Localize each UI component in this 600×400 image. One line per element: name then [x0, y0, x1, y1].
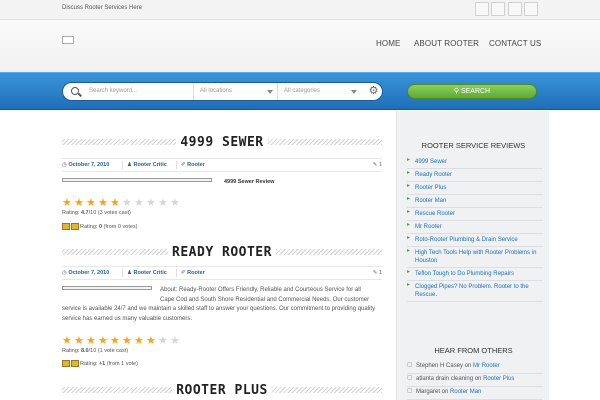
star-rating[interactable]: ★ ★ ★ ★ ★ ★ ★ ★ ★ ★ [62, 336, 186, 347]
rating-text: Rating: 4.7/10 (3 votes cast) [62, 210, 131, 216]
thumbs-rating: Rating: 0 (from 0 votes) [62, 223, 137, 230]
chevron-down-icon [267, 90, 273, 94]
search-band: Search keyword... All locations All cate… [0, 72, 600, 110]
nav-home[interactable]: HOME [376, 39, 400, 48]
star-icon[interactable]: ★ [74, 336, 84, 347]
post-image-placeholder [62, 286, 152, 290]
comments-list: Stephen H Casey on Mr Rooteratlanta drai… [407, 361, 543, 400]
review-link[interactable]: Rooter Plus [407, 182, 543, 195]
reviews-widget-title: ROOTER SERVICE REVIEWS [421, 141, 526, 150]
category-meta[interactable]: ✐ Rooter [181, 162, 205, 168]
star-rating[interactable]: ★ ★ ★ ★ ★ ★ ★ ★ ★ ★ [62, 198, 186, 209]
star-icon[interactable]: ★ [110, 336, 120, 347]
social-icon-4[interactable] [524, 2, 538, 16]
date-meta[interactable]: ◷ October 7, 2010 [62, 162, 109, 168]
review-link[interactable]: 4999 Sewer [407, 156, 543, 169]
star-icon[interactable]: ★ [98, 198, 108, 209]
thumbs-rating: Rating: +1 (from 1 vote) [62, 360, 138, 367]
post-title: READY ROOTER [62, 246, 382, 260]
search-button[interactable]: ⚲ SEARCH [407, 84, 537, 99]
social-icon-1[interactable] [475, 2, 489, 16]
thumbs-up-icon[interactable] [62, 360, 70, 367]
recent-comment[interactable]: atlanta drain cleaning on Rooter Plus [407, 374, 543, 387]
search-box: Search keyword... All locations All cate… [62, 82, 383, 101]
social-icon-3[interactable] [508, 2, 522, 16]
site-header: HOME ABOUT ROOTER CONTACT US [0, 20, 600, 72]
star-icon[interactable]: ★ [158, 198, 168, 209]
review-link[interactable]: High Tech Tools Help with Rooter Problem… [407, 247, 543, 268]
star-icon[interactable]: ★ [158, 336, 168, 347]
comment-count[interactable]: ✎ 1 [373, 270, 382, 276]
review-link[interactable]: Roto-Rooter Plumbing & Drain Service [407, 234, 543, 247]
post-meta: ◷ October 7, 2010 ♟ Rooter Critic ✐ Root… [62, 266, 382, 280]
review-link[interactable]: Mr Rooter [407, 221, 543, 234]
thumbs-down-icon[interactable] [71, 360, 79, 367]
search-icon [71, 87, 79, 95]
nav-contact[interactable]: CONTACT US [489, 39, 541, 48]
site-tagline: Discuss Rooter Services Here [62, 5, 143, 11]
thumbs-down-icon[interactable] [71, 223, 79, 230]
review-link[interactable]: Rescue Rooter [407, 208, 543, 221]
hear-widget-title: HEAR FROM OTHERS [434, 346, 513, 355]
sidebar: ROOTER SERVICE REVIEWS 4999 SewerReady R… [396, 111, 549, 400]
social-icon-2[interactable] [491, 2, 505, 16]
review-link[interactable]: Clogged Pipes? No Problem. Rooter to the… [407, 281, 543, 302]
star-icon[interactable]: ★ [146, 198, 156, 209]
star-icon[interactable]: ★ [98, 336, 108, 347]
review-image-placeholder [62, 178, 212, 182]
post-excerpt: About: Ready-Rooter Offers Friendly, Rel… [160, 287, 370, 303]
reviews-list: 4999 SewerReady RooterRooter PlusRooter … [407, 156, 543, 302]
category-meta[interactable]: ✐ Rooter [181, 270, 205, 276]
star-icon[interactable]: ★ [86, 198, 96, 209]
author-meta[interactable]: ♟ Rooter Critic [127, 162, 167, 168]
star-icon[interactable]: ★ [146, 336, 156, 347]
location-select[interactable]: All locations [193, 83, 277, 100]
star-icon[interactable]: ★ [62, 198, 72, 209]
date-meta[interactable]: ◷ October 7, 2010 [62, 270, 109, 276]
recent-comment[interactable]: Stephen H Casey on Mr Rooter [407, 361, 543, 374]
thumbs-up-icon[interactable] [62, 223, 70, 230]
star-icon[interactable]: ★ [170, 336, 180, 347]
star-icon[interactable]: ★ [122, 336, 132, 347]
site-logo[interactable] [62, 36, 74, 44]
star-icon[interactable]: ★ [110, 198, 120, 209]
rating-text: Rating: 8.0/10 (1 vote cast) [62, 348, 129, 354]
recent-comment[interactable]: Margaret on Rooter Man [407, 387, 543, 400]
star-icon[interactable]: ★ [62, 336, 72, 347]
top-bar: Discuss Rooter Services Here [0, 0, 600, 20]
star-icon[interactable]: ★ [170, 198, 180, 209]
post-excerpt-cont: service is available 24/7 and we maintai… [62, 306, 376, 322]
review-link[interactable]: Teflon Tough to Do Plumbing Repairs [407, 268, 543, 281]
post-title: 4999 SEWER [62, 136, 382, 150]
post-title: ROOTER PLUS [62, 384, 382, 398]
author-meta[interactable]: ♟ Rooter Critic [127, 270, 167, 276]
post-meta: ◷ October 7, 2010 ♟ Rooter Critic ✐ Root… [62, 158, 382, 172]
main-content: 4999 SEWER ◷ October 7, 2010 ♟ Rooter Cr… [62, 111, 382, 400]
review-title: 4999 Sewer Review [224, 179, 275, 185]
review-link[interactable]: Ready Rooter [407, 169, 543, 182]
chevron-down-icon [351, 90, 357, 94]
comment-count[interactable]: ✎ 1 [373, 162, 382, 168]
keyword-input[interactable]: Search keyword... [83, 83, 193, 100]
star-icon[interactable]: ★ [86, 336, 96, 347]
star-icon[interactable]: ★ [134, 336, 144, 347]
gear-icon[interactable]: ⚙ [367, 85, 380, 98]
magnifier-icon: ⚲ [453, 88, 461, 95]
star-icon[interactable]: ★ [134, 198, 144, 209]
category-select[interactable]: All categories [277, 83, 361, 100]
nav-about[interactable]: ABOUT ROOTER [414, 39, 479, 48]
star-icon[interactable]: ★ [74, 198, 84, 209]
star-icon[interactable]: ★ [122, 198, 132, 209]
review-link[interactable]: Rooter Man [407, 195, 543, 208]
